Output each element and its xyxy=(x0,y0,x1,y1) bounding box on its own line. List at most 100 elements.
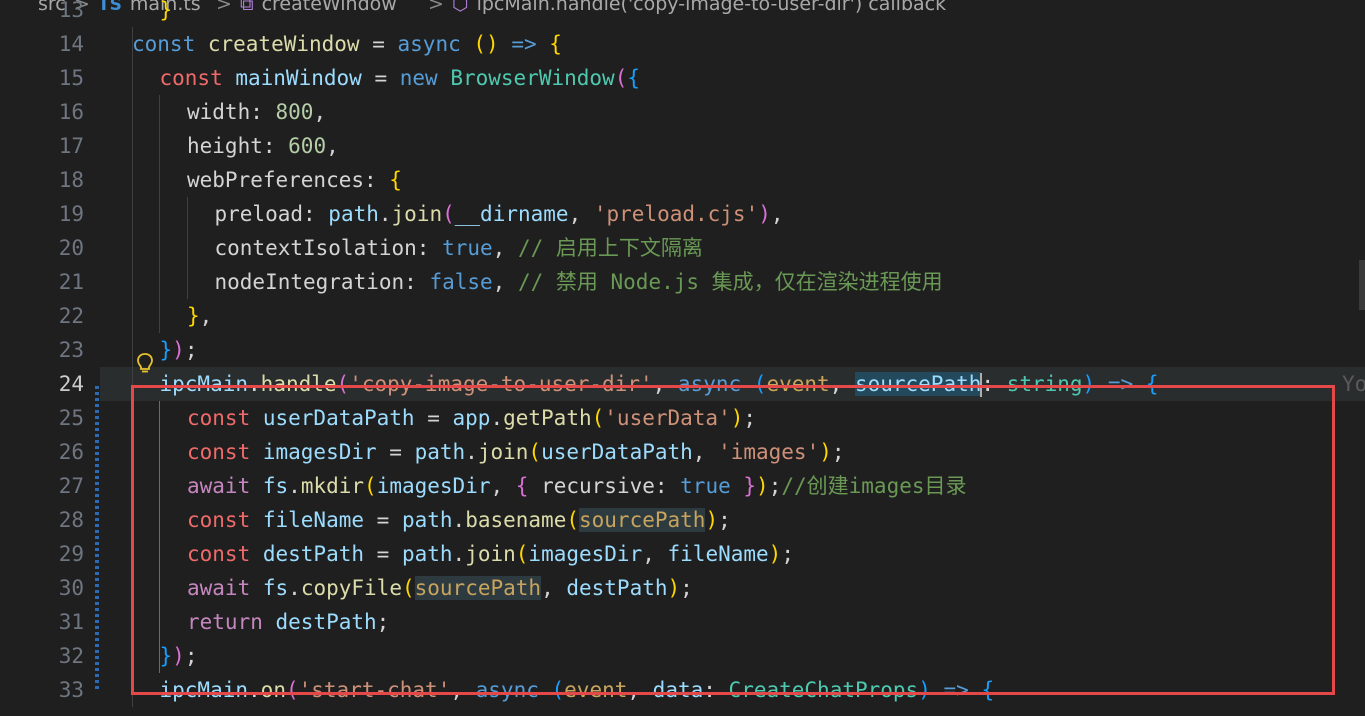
code-token: path xyxy=(401,542,453,566)
code-token: , xyxy=(492,270,518,294)
code-token: => xyxy=(511,32,537,56)
code-token: //创建images目录 xyxy=(781,474,967,498)
lightbulb-icon[interactable] xyxy=(136,352,154,374)
code-text: contextIsolation: true, // 启用上下文隔离 xyxy=(215,231,703,265)
code-token: , xyxy=(313,100,327,124)
code-line[interactable]: 28 const fileName = path.basename(sourceP… xyxy=(0,503,1365,537)
indent-guide xyxy=(159,401,160,673)
code-token: true xyxy=(442,236,493,260)
code-text: await fs.copyFile(sourcePath, destPath); xyxy=(187,571,693,605)
code-token: . xyxy=(248,678,261,702)
code-token: , xyxy=(627,678,653,702)
line-number: 32 xyxy=(58,644,84,668)
code-token: webPreferences: xyxy=(187,168,390,192)
code-text: }); xyxy=(160,333,198,367)
code-line[interactable]: 33 ipcMain.on('start-chat', async (event,… xyxy=(0,673,1365,707)
modified-lines-gutter-indicator[interactable] xyxy=(95,386,99,692)
code-token: () xyxy=(473,32,499,56)
code-line[interactable]: 15 const mainWindow = new BrowserWindow({ xyxy=(0,61,1365,95)
code-token: true xyxy=(680,474,731,498)
code-token: , xyxy=(829,372,855,396)
code-token: . xyxy=(288,576,301,600)
code-token: , xyxy=(642,542,668,566)
code-token: ( xyxy=(515,542,529,566)
code-line[interactable]: 16 width: 800, xyxy=(0,95,1365,129)
code-line[interactable]: 18 webPreferences: { xyxy=(0,163,1365,197)
code-text: const fileName = path.basename(sourcePat… xyxy=(187,503,731,537)
code-line[interactable]: 20 contextIsolation: true, // 启用上下文隔离 xyxy=(0,231,1365,265)
inline-blame-hint: Yo xyxy=(1342,372,1365,396)
code-token: await xyxy=(187,576,263,600)
code-line[interactable]: 32}); xyxy=(0,639,1365,673)
indent-guide xyxy=(187,197,188,299)
code-token: 'preload.cjs' xyxy=(593,202,759,226)
code-token: ; xyxy=(184,338,198,362)
code-text: const createWindow = async () => { xyxy=(132,27,562,61)
code-line[interactable]: 21 nodeIntegration: false, // 禁用 Node.js … xyxy=(0,265,1365,299)
code-token: mainWindow xyxy=(235,66,362,90)
vertical-scrollbar-thumb[interactable] xyxy=(1359,260,1365,310)
code-token: userDataPath xyxy=(541,440,693,464)
code-token: ; xyxy=(376,610,390,634)
line-number: 23 xyxy=(58,338,84,362)
code-line[interactable]: 29 const destPath = path.join(imagesDir, … xyxy=(0,537,1365,571)
code-line[interactable]: 26 const imagesDir = path.join(userDataPa… xyxy=(0,435,1365,469)
code-text: ipcMain.on('start-chat', async (event, d… xyxy=(160,673,995,707)
code-token: ( xyxy=(551,678,565,702)
code-line[interactable]: 19 preload: path.join(__dirname, 'preload… xyxy=(0,197,1365,231)
code-line[interactable]: 27 await fs.mkdir(imagesDir, { recursive:… xyxy=(0,469,1365,503)
code-editor[interactable]: 13} 14 const createWindow = async () => {1… xyxy=(0,0,1365,716)
code-token: } xyxy=(743,474,757,498)
code-text: await fs.mkdir(imagesDir, { recursive: t… xyxy=(187,469,967,503)
code-token: , xyxy=(652,372,678,396)
code-token: ; xyxy=(768,474,782,498)
code-text: } xyxy=(160,0,173,27)
code-token: . xyxy=(452,508,466,532)
code-line[interactable]: 13} xyxy=(0,0,1365,27)
code-token: . xyxy=(490,406,504,430)
code-token: __dirname xyxy=(454,202,569,226)
code-token: ) xyxy=(1082,372,1096,396)
code-text: height: 600, xyxy=(187,129,339,163)
code-line[interactable]: 24 ipcMain.handle('copy-image-to-user-dir… xyxy=(0,367,1365,401)
code-line[interactable]: 30 await fs.copyFile(sourcePath, destPath… xyxy=(0,571,1365,605)
code-token: ; xyxy=(743,406,757,430)
code-token: ( xyxy=(442,202,455,226)
line-number: 21 xyxy=(58,270,84,294)
code-token: ( xyxy=(591,406,605,430)
code-token: const xyxy=(132,32,208,56)
code-token: sourcePath xyxy=(854,372,982,396)
code-token: sourcePath xyxy=(414,576,542,600)
code-line[interactable]: 23}); xyxy=(0,333,1365,367)
line-number: 30 xyxy=(58,576,84,600)
code-token: , xyxy=(492,236,518,260)
code-line[interactable]: 25 const userDataPath = app.getPath('user… xyxy=(0,401,1365,435)
code-token: nodeIntegration: xyxy=(214,270,430,294)
code-token: 600 xyxy=(288,134,327,158)
code-token: : xyxy=(703,678,729,702)
line-number: 31 xyxy=(58,610,84,634)
code-line[interactable]: 14 const createWindow = async () => { xyxy=(0,27,1365,61)
code-token: => xyxy=(943,678,969,702)
code-token: , xyxy=(450,678,476,702)
code-line[interactable]: 17 height: 600, xyxy=(0,129,1365,163)
line-number: 24 xyxy=(58,372,84,396)
code-token: ( xyxy=(528,440,542,464)
code-token: imagesDir xyxy=(528,542,643,566)
code-line[interactable]: 22}, xyxy=(0,299,1365,333)
code-token: } xyxy=(159,338,173,362)
code-token: 'start-chat' xyxy=(298,678,451,702)
code-line[interactable]: 31 return destPath; xyxy=(0,605,1365,639)
code-token: // 禁用 Node.js 集成，仅在渲染进程使用 xyxy=(517,270,943,294)
line-number: 14 xyxy=(58,32,84,56)
code-token: destPath xyxy=(566,576,668,600)
code-token: ; xyxy=(781,542,794,566)
code-text: }); xyxy=(160,639,198,673)
code-token: ( xyxy=(401,576,415,600)
code-token: fs xyxy=(262,474,289,498)
code-token: ) xyxy=(172,644,185,668)
